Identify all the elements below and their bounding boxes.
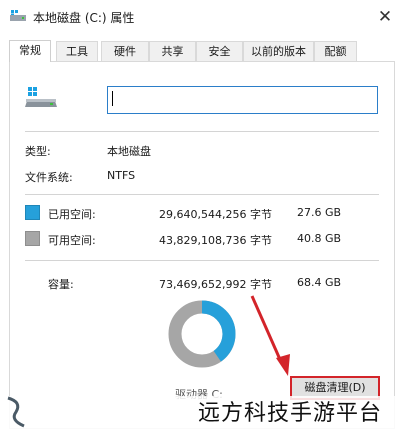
tab-previous-versions[interactable]: 以前的版本 xyxy=(243,41,314,61)
logo-icon xyxy=(7,396,25,428)
free-space-bytes: 43,829,108,736 字节 xyxy=(159,234,272,247)
used-space-bytes: 29,640,544,256 字节 xyxy=(159,208,272,221)
divider xyxy=(25,194,379,195)
tab-sharing[interactable]: 共享 xyxy=(149,41,196,61)
capacity-bytes: 73,469,652,992 字节 xyxy=(159,278,272,291)
filesystem-value: NTFS xyxy=(107,169,136,182)
tab-general[interactable]: 常规 xyxy=(9,40,51,62)
watermark-text: 远方科技手游平台 xyxy=(198,401,383,426)
tab-tools[interactable]: 工具 xyxy=(56,41,98,61)
free-space-size: 40.8 GB xyxy=(297,232,342,245)
tab-security[interactable]: 安全 xyxy=(196,41,243,61)
title-bar: 本地磁盘 (C:) 属性 ✕ xyxy=(0,0,403,34)
text-caret xyxy=(112,91,113,106)
close-icon: ✕ xyxy=(377,7,393,27)
used-space-label: 已用空间: xyxy=(48,208,96,221)
tab-quota[interactable]: 配额 xyxy=(314,41,357,61)
close-button[interactable]: ✕ xyxy=(372,4,398,30)
free-space-swatch xyxy=(25,231,40,246)
capacity-label: 容量: xyxy=(48,278,74,291)
tab-hardware[interactable]: 硬件 xyxy=(101,41,149,61)
usage-donut-chart xyxy=(168,300,236,368)
drive-name-input[interactable] xyxy=(107,86,378,114)
type-value: 本地磁盘 xyxy=(107,145,151,158)
type-label: 类型: xyxy=(25,145,51,158)
drive-icon xyxy=(25,87,57,107)
capacity-size: 68.4 GB xyxy=(297,276,342,289)
used-space-size: 27.6 GB xyxy=(297,206,342,219)
window-title: 本地磁盘 (C:) 属性 xyxy=(33,11,135,25)
filesystem-label: 文件系统: xyxy=(25,171,73,184)
divider xyxy=(25,260,379,261)
divider xyxy=(25,131,379,132)
free-space-label: 可用空间: xyxy=(48,234,96,247)
used-space-swatch xyxy=(25,205,40,220)
tab-strip: 常规 工具 硬件 共享 安全 以前的版本 配额 xyxy=(9,40,403,62)
annotation-arrow-icon xyxy=(250,295,290,376)
drive-small-icon xyxy=(10,10,26,21)
